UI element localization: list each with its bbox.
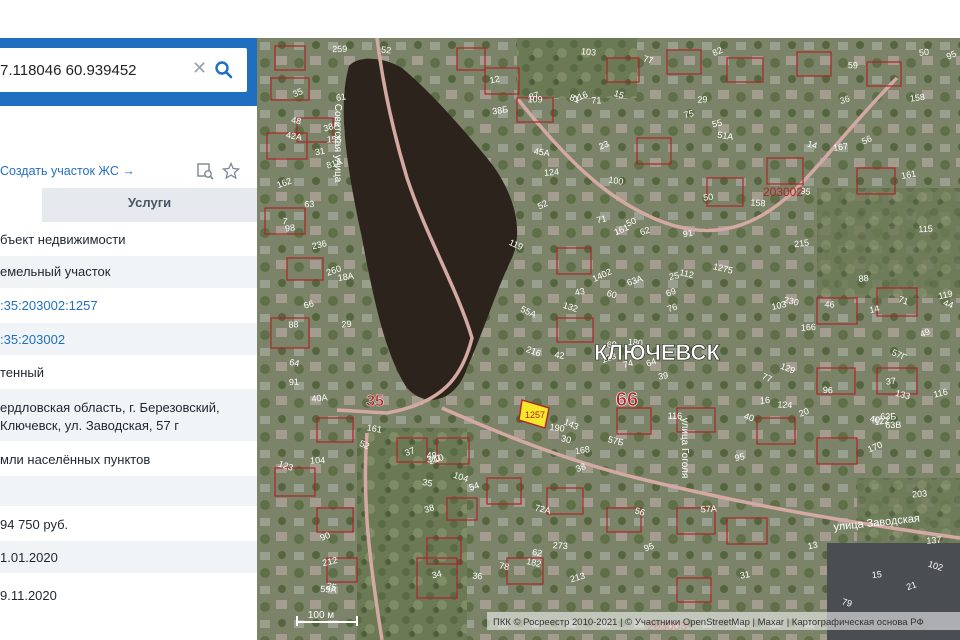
parcel-number-label: 46 [824, 299, 834, 309]
attribution: ПКК © Росреестр 2010-2021 | © Участники … [493, 617, 924, 628]
parcel-number-label: 29 [341, 319, 352, 330]
scale-label: 100 м [308, 610, 334, 621]
parcel-number-label: 158 [909, 92, 925, 104]
info-row: 94 750 руб. [0, 508, 257, 540]
parcel-number-label: 88 [858, 273, 869, 284]
parcel-number-label: 63 [304, 199, 314, 209]
parcel-number-label: 273 [552, 540, 568, 551]
search-bar: 7.118046 60.939452 ✕ [0, 38, 257, 106]
parcel-number-label: 36 [472, 571, 483, 582]
parcel-number-label: 37 [886, 376, 897, 387]
parcel-number-label: 61 [335, 91, 347, 103]
info-row [0, 476, 257, 506]
parcel-number-label: 167 [832, 141, 848, 153]
parcel-number-label: 15 [871, 569, 882, 580]
info-row: мли населённых пунктов [0, 443, 257, 475]
parcel-number-label: 158 [750, 197, 766, 208]
parcel-number-label: 215 [794, 237, 810, 249]
parcel-number-label: 57А [700, 504, 717, 515]
parcel-number-label: 49 [427, 451, 437, 461]
parcel-number-label: 48 [290, 115, 302, 127]
info-value: 94 750 руб. [0, 517, 69, 532]
cadastral-number-link[interactable]: :35:203002:1257 [0, 298, 98, 313]
tab-info[interactable] [0, 188, 42, 222]
parcel-number-label: 71 [591, 95, 601, 105]
quarter-label: 203002 [763, 185, 803, 199]
parcel-number-label: 137 [926, 535, 942, 546]
info-panel: 7.118046 60.939452 ✕ Создать участок ЖС … [0, 38, 258, 640]
side-number-label: 35 [366, 393, 384, 410]
search-input[interactable]: 7.118046 60.939452 [0, 62, 137, 79]
parcel-number-label: 203 [912, 488, 928, 499]
parcel-number-label: 88 [288, 319, 299, 330]
cadastral-quarter-link[interactable]: :35:203002 [0, 332, 65, 347]
parcel-number-label: 78 [498, 560, 510, 572]
info-row: :35:203002:1257 [0, 290, 257, 322]
parcel-number-label: 166 [801, 322, 817, 333]
parcel-number-label: 31 [739, 569, 751, 581]
parcel-number-label: 13 [807, 539, 819, 551]
measure-icon[interactable] [196, 162, 214, 180]
info-value: 9.11.2020 [0, 588, 57, 603]
search-field[interactable]: 7.118046 60.939452 ✕ [0, 48, 247, 92]
create-parcel-link[interactable]: Создать участок ЖС → [0, 164, 135, 178]
parcel-number-label: 31 [314, 146, 326, 158]
parcel-number-label: 109 [527, 94, 542, 104]
info-value: тенный [0, 365, 45, 380]
info-row: :35:203002 [0, 323, 257, 355]
info-value: бъект недвижимости [0, 232, 126, 247]
address-line-1: ердловская область, г. Березовский, [0, 400, 220, 415]
parcel-number-label: 43 [574, 286, 586, 298]
parcel-number-label: 124 [544, 167, 560, 178]
parcel-number-label: 124 [777, 399, 793, 410]
info-value: емельный участок [0, 264, 111, 279]
info-value: 1.01.2020 [0, 550, 58, 565]
info-row-address: ердловская область, г. Березовский, Ключ… [0, 389, 257, 441]
parcel-number-label: 115 [918, 224, 933, 235]
info-row: 9.11.2020 [0, 578, 257, 614]
info-row: 1.01.2020 [0, 541, 257, 573]
search-icon[interactable] [214, 60, 234, 80]
parcel-number-label: 96 [823, 385, 833, 395]
parcel-number-label: 75 [683, 108, 695, 120]
clear-icon[interactable]: ✕ [192, 59, 207, 77]
settlement-label: КЛЮЧЕВСК [594, 340, 720, 365]
street-gogolya: улица Гоголя [679, 418, 690, 479]
parcel-number-label: 7 [282, 216, 288, 226]
star-icon[interactable] [222, 162, 240, 180]
parcel-number-label: 64 [289, 357, 301, 369]
parcel-number-label: 50 [703, 192, 714, 203]
page-header-blank [0, 0, 960, 38]
parcel-number-label: 95 [734, 451, 746, 463]
parcel-number-label: 16 [760, 395, 771, 406]
parcel-number-label: 35 [422, 477, 434, 489]
parcel-number-label: 40 [869, 414, 881, 426]
parcel-number-label: 59 [848, 60, 858, 70]
parcel-number-label: 259 [332, 44, 347, 54]
tab-services[interactable]: Услуги [42, 188, 257, 222]
info-value: мли населённых пунктов [0, 452, 151, 467]
street-sovetskaya: Советская улица [332, 104, 343, 183]
parcel-number-label: 91 [289, 377, 300, 388]
selected-parcel-label: 1257 [525, 410, 545, 420]
info-row: тенный [0, 356, 257, 388]
parcel-number-label: 91 [682, 228, 693, 239]
map[interactable]: 1257 12315252010023212134211962215212141… [257, 38, 960, 640]
tabs: Услуги [0, 188, 257, 222]
parcel-number-label: 50 [918, 47, 929, 58]
address-line-2: Ключевск, ул. Заводская, 57 г [0, 418, 179, 433]
parcel-number-label: 40А [311, 392, 328, 404]
parcel-number-label: 62 [531, 547, 543, 559]
parcel-number-label: 12 [489, 74, 501, 86]
parcel-number-label: 104 [310, 455, 325, 466]
parcel-number-label: 103 [581, 46, 597, 58]
parcel-number-label: 29 [697, 94, 708, 105]
parcel-number-label: 52 [381, 45, 392, 56]
parcel-number-label: 42 [554, 349, 565, 360]
parcel-number-label: 39 [657, 370, 668, 381]
district-number-label: 66 [616, 389, 638, 411]
info-row: бъект недвижимости [0, 224, 257, 256]
info-row: емельный участок [0, 256, 257, 288]
